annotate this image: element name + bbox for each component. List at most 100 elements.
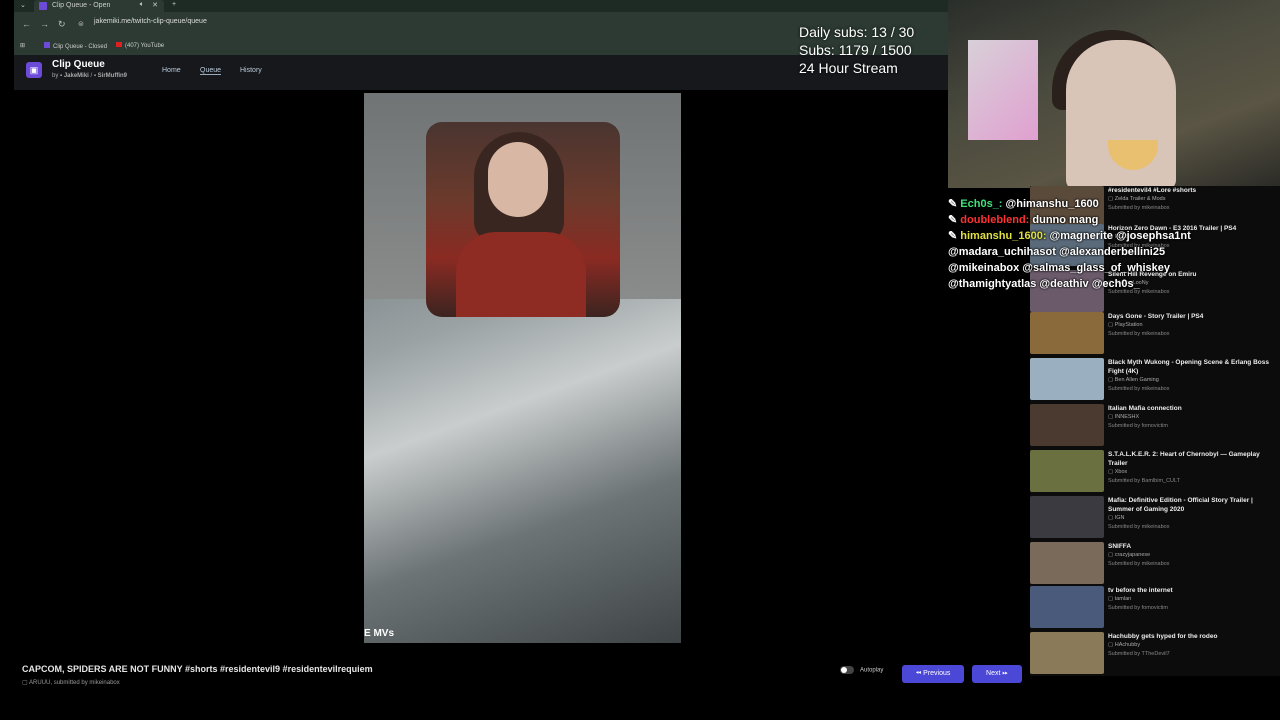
overlay-daily-subs: Daily subs: 13 / 30 (799, 24, 915, 40)
chat-badge-icon: ✎ (948, 214, 961, 226)
new-tab-icon[interactable]: + (172, 1, 176, 8)
author-link-2[interactable]: ▪ SirMuffin9 (94, 73, 127, 79)
queue-item-title: tv before the internet (1108, 587, 1173, 594)
chat-message: ✎ himanshu_1600: @magnerite @josephsa1nt (948, 228, 1208, 244)
tab-list-icon[interactable]: ⌄ (20, 1, 26, 9)
chat-text: @himanshu_1600 (1005, 198, 1099, 210)
chat-username: doubleblend: (960, 214, 1033, 226)
overlay-subs: Subs: 1179 / 1500 (799, 42, 912, 58)
queue-item-title: SNIFFA (1108, 543, 1132, 550)
queue-item-thumbnail[interactable] (1030, 496, 1104, 538)
toggle-switch-icon[interactable] (840, 666, 854, 674)
author-link-1[interactable]: ▪ JakeMiki (60, 73, 89, 79)
queue-item-thumbnail[interactable] (1030, 312, 1104, 354)
back-icon[interactable]: ← (22, 19, 31, 29)
queue-item-channel: ▢ PlayStation (1108, 322, 1143, 328)
tab-audio-icon[interactable]: 🔈︎ (140, 1, 144, 9)
queue-item-thumbnail[interactable] (1030, 404, 1104, 446)
queue-item-submitter: Submitted by mikeinabox (1108, 561, 1170, 567)
queue-item[interactable]: Mafia: Definitive Edition - Official Sto… (1030, 496, 1280, 540)
queue-item-channel: ▢ Xbox (1108, 469, 1128, 475)
reload-icon[interactable]: ↻ (58, 19, 66, 30)
clip-queue-logo-icon: ▣ (26, 62, 42, 78)
queue-item-channel: ▢ crazyjapanese (1108, 552, 1151, 558)
queue-item-channel: ▢ HAchubby (1108, 642, 1141, 648)
chat-text: @magnerite @josephsa1nt (1049, 230, 1191, 242)
queue-item-title: Mafia: Definitive Edition - Official Sto… (1108, 497, 1253, 513)
site-info-icon[interactable]: ⊜ (78, 20, 84, 28)
streamer-webcam (948, 0, 1280, 188)
chat-badge-icon: ✎ (948, 198, 961, 210)
next-button[interactable]: Next ⏩︎ (972, 665, 1022, 683)
browser-tab-bar: ⌄ Clip Queue - Open 🔈︎ ✕ + (14, 0, 948, 12)
browser-tab-active[interactable]: Clip Queue - Open 🔈︎ ✕ (34, 0, 164, 12)
clip-meta: ▢ ARUUU, submitted by mikeinabox (22, 680, 120, 686)
queue-item-title: S.T.A.L.K.E.R. 2: Heart of Chernobyl — G… (1108, 451, 1260, 467)
chat-message: ✎ Ech0s_: @himanshu_1600 (948, 196, 1208, 212)
clip-submitter[interactable]: mikeinabox (89, 680, 119, 686)
app-authors: by ▪ JakeMiki / ▪ SirMuffin9 (52, 73, 127, 79)
queue-item[interactable]: S.T.A.L.K.E.R. 2: Heart of Chernobyl — G… (1030, 450, 1280, 494)
chat-message: @thamightyatlas @deathiv @ech0s_ (948, 276, 1208, 292)
bookmark-youtube[interactable]: (407) YouTube (116, 42, 164, 49)
queue-item[interactable]: SNIFFA ▢ crazyjapanese Submitted by mikein… (1030, 542, 1280, 586)
chat-badge-icon: ✎ (948, 230, 961, 242)
chat-text: @thamightyatlas @deathiv @ech0s_ (948, 278, 1140, 290)
previous-icon: ⏪︎ (915, 670, 922, 677)
queue-item-channel: ▢ tamlan (1108, 596, 1132, 602)
queue-item-submitter: Submitted by TTheDevil7 (1108, 651, 1170, 657)
next-icon: ⏩︎ (1002, 670, 1008, 677)
chat-message: @mikeinabox @salmas_glass_of_whiskey (948, 260, 1208, 276)
queue-item-submitter: Submitted by mikeinabox (1108, 386, 1170, 392)
queue-item-thumbnail[interactable] (1030, 586, 1104, 628)
queue-item-title: Days Gone - Story Trailer | PS4 (1108, 313, 1204, 320)
queue-item-thumbnail[interactable] (1030, 542, 1104, 584)
chat-username: himanshu_1600: (960, 230, 1050, 242)
queue-item-submitter: Submitted by mikeinabox (1108, 331, 1170, 337)
queue-item-thumbnail[interactable] (1030, 450, 1104, 492)
chat-text: @mikeinabox @salmas_glass_of_whiskey (948, 262, 1171, 274)
queue-item-thumbnail[interactable] (1030, 632, 1104, 674)
video-caption: E MVs (364, 628, 395, 639)
queue-item[interactable]: Hachubby gets hyped for the rodeo ▢ HAchu… (1030, 632, 1280, 676)
queue-item-submitter: Submitted by fomovictim (1108, 423, 1168, 429)
overlay-stream: 24 Hour Stream (799, 60, 898, 76)
forward-icon[interactable]: → (40, 19, 49, 29)
queue-item-channel: ▢ IGN (1108, 515, 1125, 521)
queue-item[interactable]: Black Myth Wukong - Opening Scene & Erla… (1030, 358, 1280, 402)
bookmark-clip-queue[interactable]: Clip Queue - Closed (44, 42, 107, 50)
chat-message: @madara_uchihasot @alexanderbellini25 (948, 244, 1208, 260)
chat-message: ✎ doubleblend: dunno mang (948, 212, 1208, 228)
queue-item-channel: ▢ Ben Allen Gaming (1108, 377, 1159, 383)
queue-item-submitter: Submitted by fomovictim (1108, 605, 1168, 611)
chat-username: Ech0s_: (960, 198, 1006, 210)
queue-item-thumbnail[interactable] (1030, 358, 1104, 400)
apps-grid-icon[interactable]: ⊞ (20, 42, 25, 49)
queue-item[interactable]: Italian Mafia connection ▢ INNESHX Submitt… (1030, 404, 1280, 448)
nav-history[interactable]: History (240, 67, 262, 74)
chat-overlay: ✎ Ech0s_: @himanshu_1600 ✎ doubleblend: d… (948, 196, 1208, 292)
tab-close-icon[interactable]: ✕ (152, 1, 158, 9)
chat-text: dunno mang (1032, 214, 1099, 226)
nav-queue[interactable]: Queue (200, 67, 222, 75)
clip-channel[interactable]: ARUUU (29, 680, 50, 686)
tab-title: Clip Queue - Open (52, 2, 111, 9)
tab-favicon-icon (39, 2, 47, 10)
queue-item-title: #residentevil4 #Lore #shorts (1108, 187, 1197, 194)
queue-item-title: Hachubby gets hyped for the rodeo (1108, 633, 1218, 640)
queue-item-channel: ▢ INNESHX (1108, 414, 1140, 420)
queue-item[interactable]: Days Gone - Story Trailer | PS4 ▢ PlaySta… (1030, 312, 1280, 356)
nav-home[interactable]: Home (162, 67, 181, 74)
channel-icon: ▢ (22, 680, 28, 686)
previous-button[interactable]: ⏪︎ Previous (902, 665, 964, 683)
queue-item[interactable]: tv before the internet ▢ tamlan Submitted … (1030, 586, 1280, 630)
clip-title: CAPCOM, SPIDERS ARE NOT FUNNY #shorts #r… (22, 664, 373, 674)
url-field[interactable]: jakemiki.me/twitch-clip-queue/queue (94, 18, 207, 25)
autoplay-toggle[interactable]: Autoplay (840, 666, 883, 674)
clip-facecam (426, 122, 620, 317)
chat-text: @madara_uchihasot @alexanderbellini25 (948, 246, 1166, 258)
queue-item-title: Black Myth Wukong - Opening Scene & Erla… (1108, 359, 1269, 375)
queue-item-submitter: Submitted by Bamlbim_CULT (1108, 478, 1181, 484)
queue-item-submitter: Submitted by mikeinabox (1108, 524, 1170, 530)
queue-item-title: Italian Mafia connection (1108, 405, 1182, 412)
